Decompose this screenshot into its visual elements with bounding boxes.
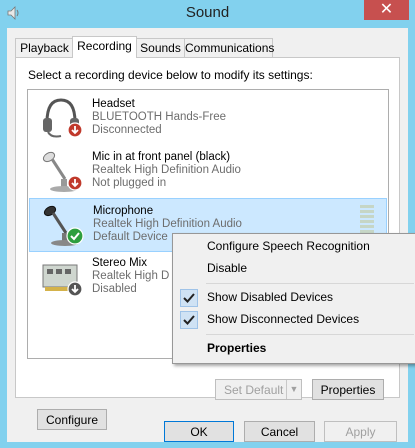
checkmark-icon — [180, 289, 198, 307]
menu-item-label: Properties — [207, 341, 267, 355]
menu-item-label: Show Disabled Devices — [207, 290, 334, 304]
menu-item-show-disabled[interactable]: Show Disabled Devices — [174, 286, 415, 308]
menu-item-label: Configure Speech Recognition — [207, 239, 370, 253]
tab-sounds[interactable]: Sounds — [136, 38, 185, 57]
device-name: Headset — [92, 98, 135, 110]
checkmark-icon — [180, 311, 198, 329]
menu-separator — [206, 334, 414, 335]
device-driver: Realtek High D — [92, 270, 170, 282]
menu-item-label: Disable — [207, 261, 248, 275]
configure-button[interactable]: Configure — [37, 409, 107, 430]
device-name: Mic in at front panel (black) — [92, 151, 231, 163]
menu-item-show-disconnected[interactable]: Show Disconnected Devices — [174, 308, 415, 330]
context-menu: Configure Speech Recognition Disable Sho… — [172, 233, 415, 364]
device-name: Microphone — [93, 205, 154, 217]
device-status: Not plugged in — [92, 177, 167, 189]
device-driver: BLUETOOTH Hands-Free — [92, 111, 226, 123]
device-status: Disconnected — [92, 124, 162, 136]
set-default-label: Set Default — [224, 383, 284, 397]
menu-item-disable[interactable]: Disable — [174, 257, 415, 279]
tab-communications[interactable]: Communications — [184, 38, 274, 57]
default-check-badge-icon — [66, 227, 84, 245]
disconnected-badge-icon — [67, 122, 83, 138]
device-text: Mic in at front panel (black) Realtek Hi… — [92, 151, 241, 190]
sound-window: Sound ✕ Playback Recording Sounds Commun… — [0, 0, 415, 448]
device-status: Disabled — [92, 283, 137, 295]
device-row-headset[interactable]: Headset BLUETOOTH Hands-Free Disconnecte… — [29, 92, 387, 144]
device-name: Stereo Mix — [92, 257, 147, 269]
ok-button[interactable]: OK — [164, 421, 234, 442]
apply-button[interactable]: Apply — [324, 421, 397, 442]
device-text: Stereo Mix Realtek High D Disabled — [92, 257, 169, 296]
menu-item-label: Show Disconnected Devices — [207, 312, 360, 326]
not-plugged-badge-icon — [67, 175, 83, 191]
instruction-text: Select a recording device below to modif… — [28, 68, 313, 82]
cancel-button[interactable]: Cancel — [244, 421, 315, 442]
tab-recording[interactable]: Recording — [72, 36, 137, 58]
device-driver: Realtek High Definition Audio — [93, 218, 242, 230]
title-bar[interactable]: Sound ✕ — [0, 0, 415, 28]
tab-playback[interactable]: Playback — [15, 38, 74, 57]
disabled-badge-icon — [67, 281, 83, 297]
window-title: Sound — [185, 4, 230, 21]
properties-button[interactable]: Properties — [312, 379, 384, 400]
menu-separator — [206, 283, 414, 284]
device-driver: Realtek High Definition Audio — [92, 164, 241, 176]
set-default-split-button[interactable]: Set Default ▼ — [215, 379, 302, 400]
device-row-front-mic[interactable]: Mic in at front panel (black) Realtek Hi… — [29, 145, 387, 197]
close-button[interactable]: ✕ — [364, 0, 409, 20]
menu-item-configure-speech[interactable]: Configure Speech Recognition — [174, 235, 415, 257]
device-text: Headset BLUETOOTH Hands-Free Disconnecte… — [92, 98, 226, 137]
dropdown-arrow-icon[interactable]: ▼ — [286, 380, 301, 399]
menu-item-properties[interactable]: Properties — [174, 337, 415, 359]
